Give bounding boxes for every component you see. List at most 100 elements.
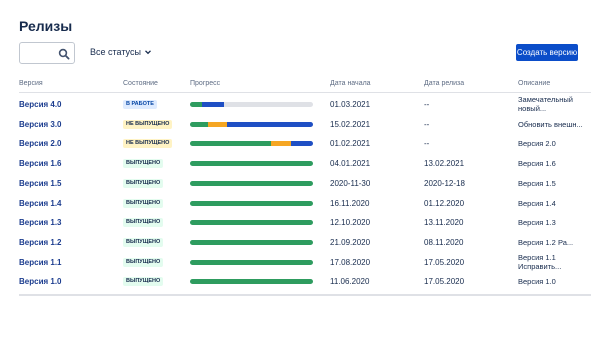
progress-cell (190, 153, 313, 173)
table-row: Версия 1.2 ВЫПУЩЕНО 21.09.2020 08.11.2020 Ве… (0, 232, 600, 252)
state-cell: ВЫПУЩЕНО (123, 212, 164, 232)
status-filter-label: Все статусы (90, 47, 141, 57)
version-link[interactable]: Версия 1.5 (19, 173, 62, 193)
progress-segment-done (190, 278, 313, 284)
table-header: Версия Состояние Прогресс Дата начала Да… (0, 80, 600, 92)
progress-cell (190, 212, 313, 232)
search-icon[interactable] (58, 48, 70, 60)
status-badge: НЕ ВЫПУЩЕНО (123, 138, 173, 148)
status-badge: ВЫПУЩЕНО (123, 198, 164, 208)
release-date: 17.05.2020 (424, 257, 465, 267)
progress-bar (190, 200, 313, 206)
progress-bar (190, 180, 313, 186)
column-header-version[interactable]: Версия (19, 80, 43, 87)
progress-bar (190, 101, 313, 107)
progress-segment-done (190, 180, 313, 186)
state-cell: В РАБОТЕ (123, 94, 157, 114)
release-date: 01.12.2020 (424, 198, 465, 208)
progress-segment-in-progress (271, 140, 291, 146)
table-row: Версия 1.5 ВЫПУЩЕНО 2020-11-30 2020-12-18 Ве… (0, 173, 600, 193)
progress-segment-done (190, 200, 313, 206)
version-link[interactable]: Версия 1.1 (19, 252, 62, 272)
version-link[interactable]: Версия 1.2 (19, 232, 62, 252)
start-date: 15.02.2021 (330, 119, 371, 129)
release-date: -- (424, 138, 430, 148)
progress-segment-done (190, 219, 313, 225)
progress-bar (190, 259, 313, 265)
state-cell: НЕ ВЫПУЩЕНО (123, 114, 173, 134)
status-badge: ВЫПУЩЕНО (123, 217, 164, 227)
release-date: 17.05.2020 (424, 276, 465, 286)
progress-cell (190, 173, 313, 193)
table-bottom-divider (19, 294, 591, 296)
column-header-state[interactable]: Состояние (123, 80, 158, 87)
version-link[interactable]: Версия 4.0 (19, 94, 62, 114)
version-link[interactable]: Версия 1.3 (19, 212, 62, 232)
state-cell: ВЫПУЩЕНО (123, 232, 164, 252)
table-row: Версия 1.1 ВЫПУЩЕНО 17.08.2020 17.05.2020 Ве… (0, 252, 600, 272)
start-date: 04.01.2021 (330, 158, 371, 168)
column-header-progress[interactable]: Прогресс (190, 80, 220, 87)
progress-bar (190, 160, 313, 166)
status-badge: НЕ ВЫПУЩЕНО (123, 119, 173, 129)
status-badge: В РАБОТЕ (123, 99, 157, 109)
progress-bar (190, 140, 313, 146)
description: Версия 1.5 (518, 178, 556, 188)
status-badge: ВЫПУЩЕНО (123, 257, 164, 267)
state-cell: ВЫПУЩЕНО (123, 193, 164, 213)
release-date: 2020-12-18 (424, 178, 465, 188)
progress-segment-done (190, 140, 272, 146)
release-date: 13.11.2020 (424, 217, 464, 227)
release-date: 08.11.2020 (424, 237, 464, 247)
progress-segment-done (190, 259, 313, 265)
progress-bar (190, 278, 313, 284)
status-filter-dropdown[interactable]: Все статусы (90, 47, 152, 57)
progress-segment-done (190, 160, 313, 166)
status-badge: ВЫПУЩЕНО (123, 178, 164, 188)
search-field[interactable] (19, 42, 75, 64)
version-link[interactable]: Версия 1.0 (19, 271, 62, 291)
progress-segment-todo (226, 121, 313, 127)
progress-cell (190, 114, 313, 134)
description: Обновить внешн... (518, 119, 583, 129)
description: Версия 1.6 (518, 158, 556, 168)
state-cell: ВЫПУЩЕНО (123, 271, 164, 291)
progress-cell (190, 271, 313, 291)
progress-cell (190, 133, 313, 153)
state-cell: ВЫПУЩЕНО (123, 153, 164, 173)
start-date: 01.02.2021 (330, 138, 371, 148)
version-link[interactable]: Версия 3.0 (19, 114, 62, 134)
page-title: Релизы (19, 18, 73, 34)
description: Версия 1.0 (518, 276, 556, 286)
progress-cell (190, 94, 313, 114)
description: Версия 1.2 Ра... (518, 237, 574, 247)
start-date: 16.11.2020 (330, 198, 370, 208)
progress-segment-in-progress (208, 121, 227, 127)
description: Версия 1.4 (518, 198, 556, 208)
start-date: 01.03.2021 (330, 99, 371, 109)
progress-segment-done (190, 101, 203, 107)
status-badge: ВЫПУЩЕНО (123, 276, 164, 286)
version-link[interactable]: Версия 1.4 (19, 193, 62, 213)
state-cell: ВЫПУЩЕНО (123, 173, 164, 193)
table-row: Версия 1.6 ВЫПУЩЕНО 04.01.2021 13.02.2021 Ве… (0, 153, 600, 173)
table-row: Версия 1.0 ВЫПУЩЕНО 11.06.2020 17.05.2020 Ве… (0, 271, 600, 291)
progress-cell (190, 193, 313, 213)
create-version-button[interactable]: Создать версию (516, 44, 578, 61)
start-date: 11.06.2020 (330, 276, 370, 286)
column-header-start-date[interactable]: Дата начала (330, 80, 371, 87)
start-date: 17.08.2020 (330, 257, 371, 267)
start-date: 2020-11-30 (330, 178, 371, 188)
version-link[interactable]: Версия 1.6 (19, 153, 62, 173)
progress-segment-todo (202, 101, 225, 107)
status-badge: ВЫПУЩЕНО (123, 237, 164, 247)
version-link[interactable]: Версия 2.0 (19, 133, 62, 153)
search-input[interactable] (22, 45, 58, 61)
progress-segment-done (190, 121, 209, 127)
column-header-description[interactable]: Описание (518, 80, 550, 87)
table-row: Версия 2.0 НЕ ВЫПУЩЕНО 01.02.2021 -- Версия … (0, 133, 600, 153)
release-date: -- (424, 99, 430, 109)
progress-cell (190, 252, 313, 272)
progress-bar (190, 219, 313, 225)
column-header-release-date[interactable]: Дата релиза (424, 80, 464, 87)
